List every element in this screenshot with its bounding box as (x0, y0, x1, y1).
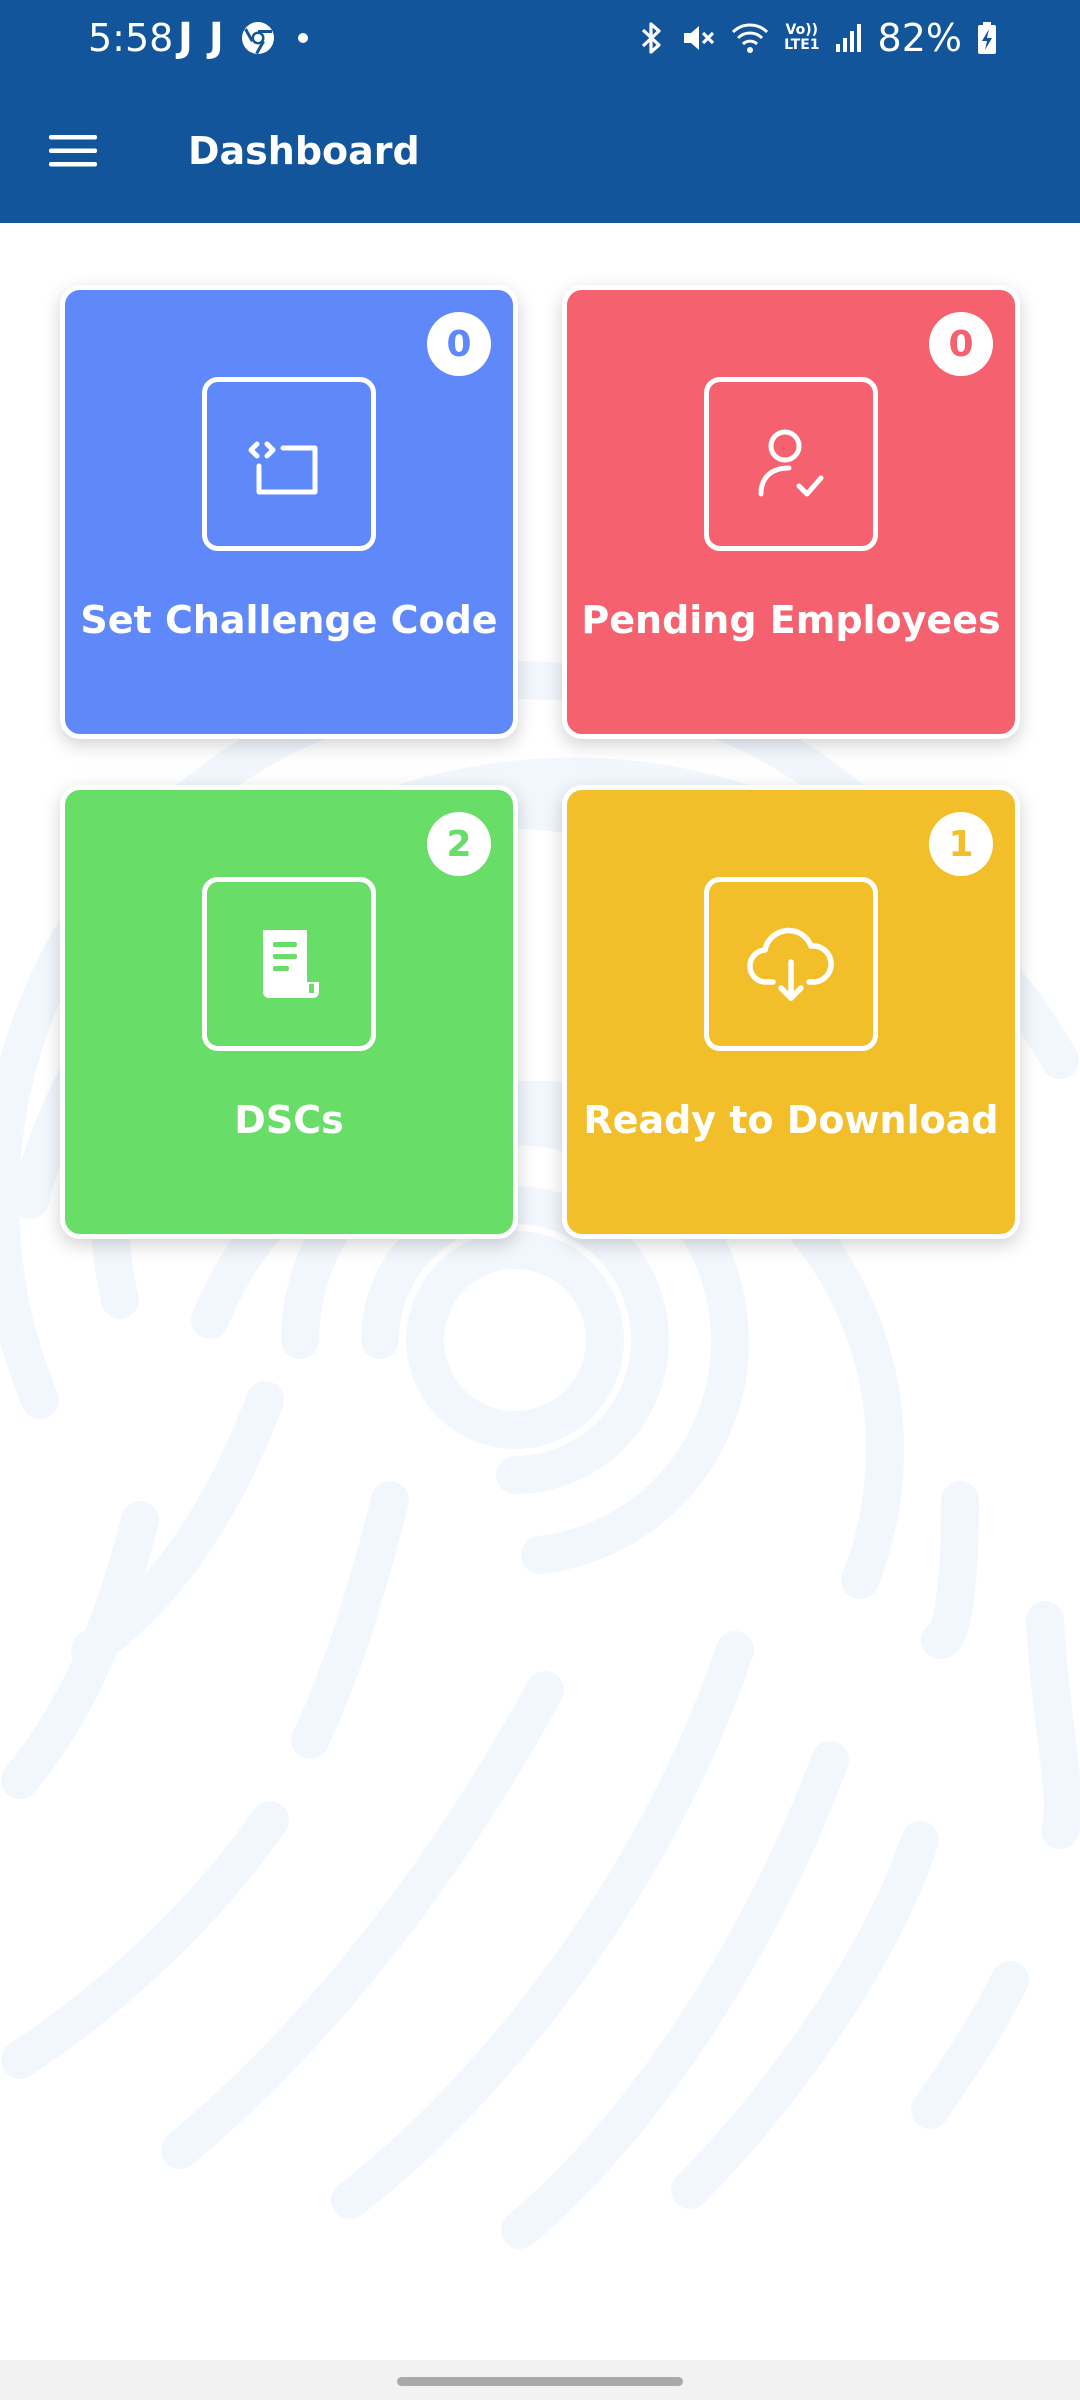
system-status-icons: Vo)) LTE1 82% (638, 14, 998, 62)
count-badge: 0 (929, 312, 993, 376)
icon-frame (704, 877, 878, 1051)
battery-charging-icon (978, 22, 996, 54)
card-label: DSCs (234, 1098, 344, 1142)
notification-j-icon: J (208, 15, 224, 61)
hamburger-menu-icon (49, 135, 97, 167)
icon-frame (202, 877, 376, 1051)
menu-button[interactable] (34, 112, 112, 190)
page-title: Dashboard (188, 129, 420, 173)
dscs-card[interactable]: 2 DSCs (60, 785, 518, 1239)
navigation-bar (0, 2360, 1080, 2400)
code-window-icon (248, 441, 318, 495)
document-icon (263, 930, 319, 998)
app-bar: Dashboard (0, 78, 1080, 223)
home-indicator[interactable] (397, 2377, 683, 2386)
status-time: 5:58 (88, 16, 174, 60)
more-notifications-dot (297, 33, 308, 43)
user-check-icon (758, 429, 824, 497)
count-badge: 1 (929, 812, 993, 876)
card-label: Ready to Download (583, 1098, 999, 1142)
set-challenge-code-card[interactable]: 0 Set Challenge Code (60, 285, 518, 739)
status-bar: 5:58 J J Vo)) LTE1 82% (0, 0, 1080, 78)
network-type-label: Vo)) LTE1 (784, 22, 820, 53)
ready-to-download-card[interactable]: 1 Ready to Download (562, 785, 1020, 1239)
battery-percent: 82% (877, 16, 962, 60)
bluetooth-icon (641, 22, 661, 54)
wifi-icon (732, 23, 769, 53)
chrome-icon (241, 22, 274, 55)
card-label: Pending Employees (581, 598, 1001, 642)
icon-frame (704, 377, 878, 551)
signal-icon (835, 24, 861, 52)
notification-j-icon: J (178, 15, 193, 61)
count-badge: 2 (427, 812, 491, 876)
cloud-download-icon (747, 927, 834, 1001)
card-label: Set Challenge Code (80, 598, 498, 642)
icon-frame (202, 377, 376, 551)
pending-employees-card[interactable]: 0 Pending Employees (562, 285, 1020, 739)
count-badge: 0 (427, 312, 491, 376)
notification-icons: J J (178, 16, 308, 60)
mute-icon (684, 26, 715, 50)
